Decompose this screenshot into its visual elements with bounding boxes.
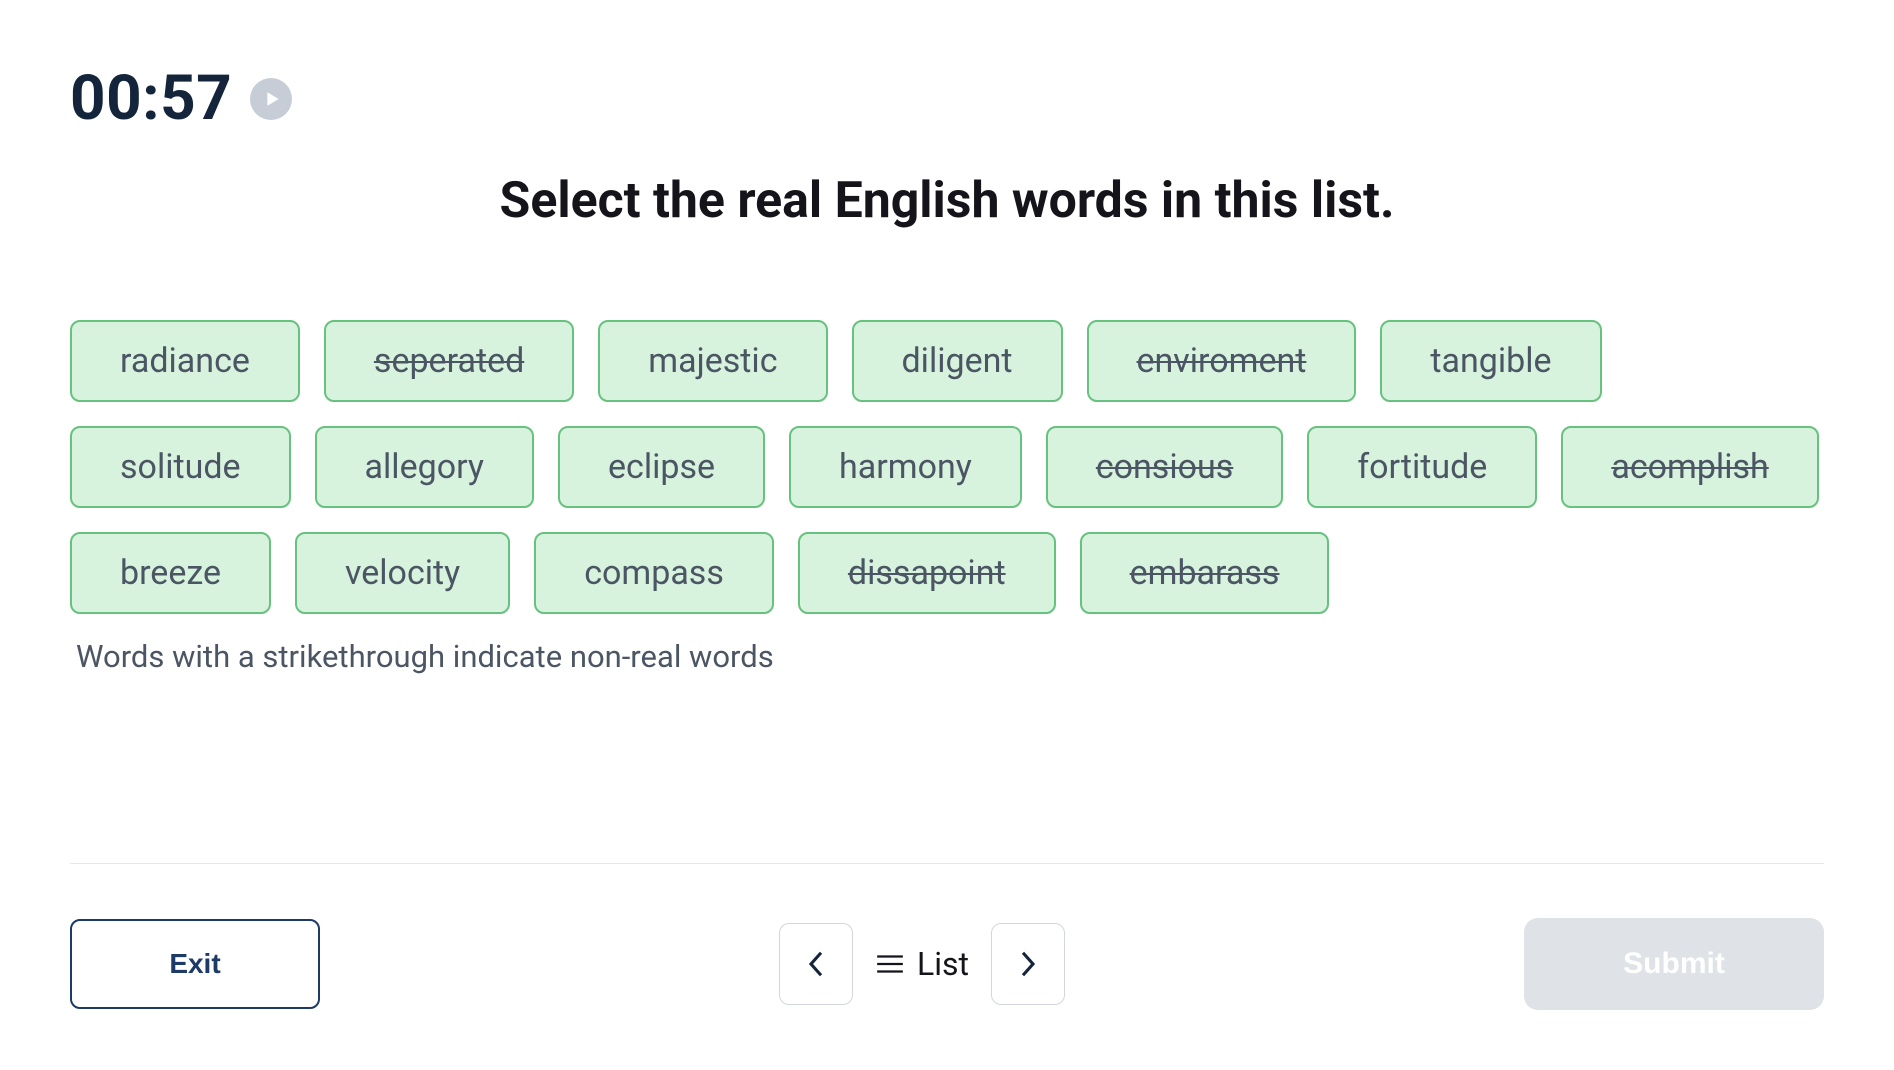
word-chip[interactable]: seperated bbox=[324, 320, 574, 402]
word-chip[interactable]: compass bbox=[534, 532, 774, 614]
timer-display: 00:57 bbox=[70, 62, 232, 135]
word-chip[interactable]: solitude bbox=[70, 426, 291, 508]
list-button[interactable]: List bbox=[875, 945, 969, 983]
word-chip[interactable]: consious bbox=[1046, 426, 1283, 508]
word-chip[interactable]: enviroment bbox=[1087, 320, 1357, 402]
word-chip[interactable]: tangible bbox=[1380, 320, 1601, 402]
submit-button[interactable]: Submit bbox=[1524, 918, 1824, 1010]
next-button[interactable] bbox=[991, 923, 1065, 1005]
play-icon[interactable] bbox=[250, 78, 292, 120]
page-title: Select the real English words in this li… bbox=[0, 172, 1894, 230]
word-chip[interactable]: dissapoint bbox=[798, 532, 1056, 614]
word-chip[interactable]: acomplish bbox=[1561, 426, 1818, 508]
chevron-right-icon bbox=[1017, 949, 1039, 979]
word-chip[interactable]: fortitude bbox=[1307, 426, 1537, 508]
list-label-text: List bbox=[917, 945, 969, 983]
word-chip[interactable]: harmony bbox=[789, 426, 1022, 508]
word-chip[interactable]: diligent bbox=[852, 320, 1063, 402]
nav-group: List bbox=[779, 923, 1065, 1005]
timer-row: 00:57 bbox=[70, 62, 292, 135]
word-chip[interactable]: allegory bbox=[315, 426, 534, 508]
footer: Exit List Submit bbox=[70, 863, 1824, 1010]
word-chip[interactable]: majestic bbox=[598, 320, 827, 402]
word-chip[interactable]: eclipse bbox=[558, 426, 765, 508]
word-chip[interactable]: radiance bbox=[70, 320, 300, 402]
list-icon bbox=[875, 952, 905, 976]
chevron-left-icon bbox=[805, 949, 827, 979]
words-grid: radiance seperated majestic diligent envirom… bbox=[70, 320, 1824, 675]
prev-button[interactable] bbox=[779, 923, 853, 1005]
strikethrough-hint: Words with a strikethrough indicate non-… bbox=[76, 638, 774, 675]
word-chip[interactable]: embarass bbox=[1080, 532, 1330, 614]
exit-button[interactable]: Exit bbox=[70, 919, 320, 1009]
word-chip[interactable]: velocity bbox=[295, 532, 510, 614]
word-chip[interactable]: breeze bbox=[70, 532, 271, 614]
